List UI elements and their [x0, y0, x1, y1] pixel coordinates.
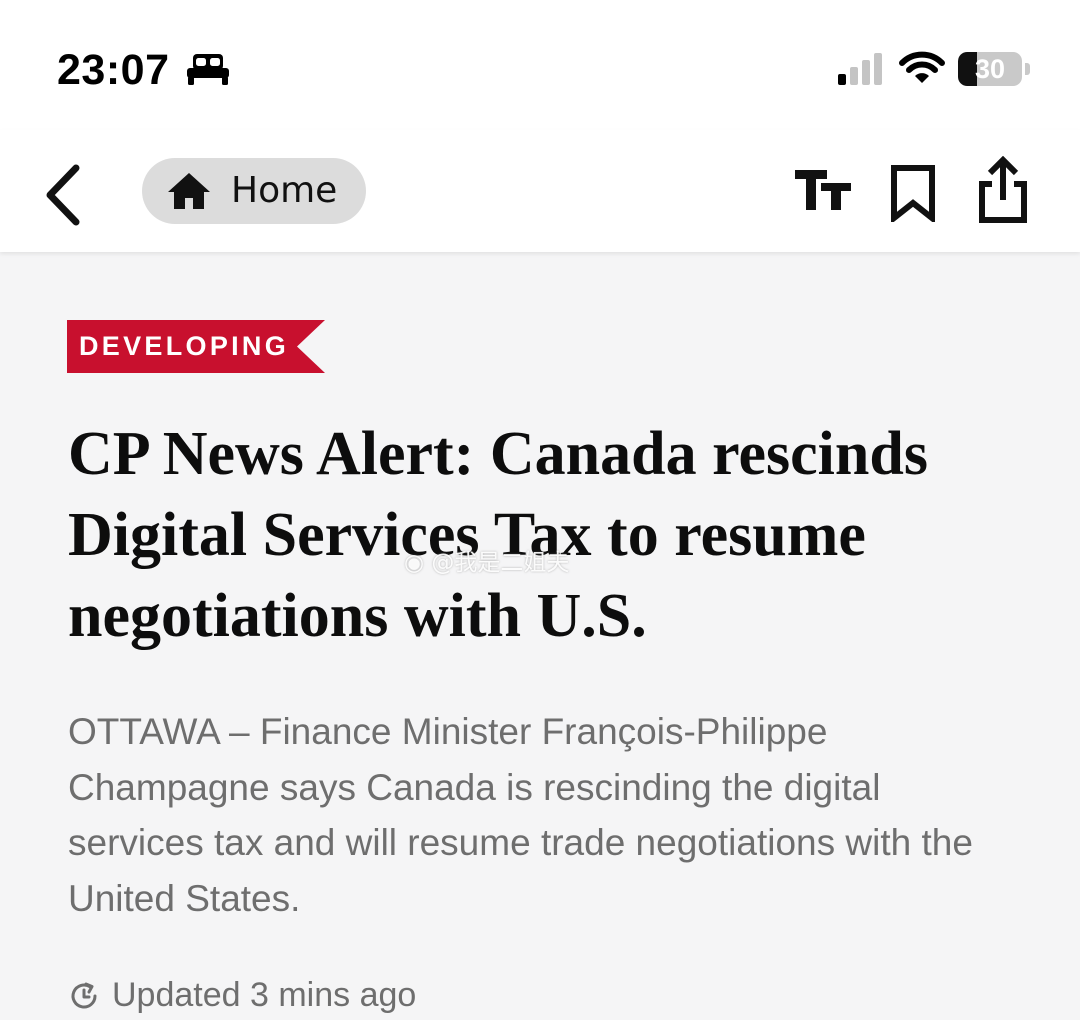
developing-tag: DEVELOPING [67, 320, 325, 373]
home-label: Home [231, 170, 338, 211]
article-summary: OTTAWA – Finance Minister François-Phili… [68, 711, 973, 919]
refresh-clock-icon [71, 982, 97, 1009]
chevron-left-icon[interactable] [38, 160, 90, 230]
status-time: 23:07 [57, 46, 170, 94]
bookmark-icon[interactable] [887, 164, 939, 222]
status-bar: 23:07 30 [0, 0, 1080, 130]
article-headline: CP News Alert: Canada rescinds Digital S… [68, 420, 928, 650]
bed-icon [187, 54, 229, 85]
developing-label: DEVELOPING [79, 331, 290, 361]
watermark: ◉ @我是二姐夫 [404, 543, 569, 583]
cellular-signal-icon [838, 53, 882, 85]
weibo-logo-icon: ◉ [404, 550, 432, 576]
text-size-icon[interactable] [793, 166, 853, 214]
home-button[interactable]: Home [142, 158, 366, 224]
updated-text: Updated 3 mins ago [112, 976, 417, 1014]
house-icon [168, 173, 210, 209]
watermark-text: @我是二姐夫 [431, 550, 570, 576]
battery-cap [1025, 63, 1030, 75]
article-toolbar: Home [0, 130, 1080, 252]
wifi-icon [899, 51, 945, 83]
battery-level: 30 [974, 54, 1006, 84]
share-icon[interactable] [976, 156, 1030, 224]
battery-indicator: 30 [958, 52, 1022, 86]
